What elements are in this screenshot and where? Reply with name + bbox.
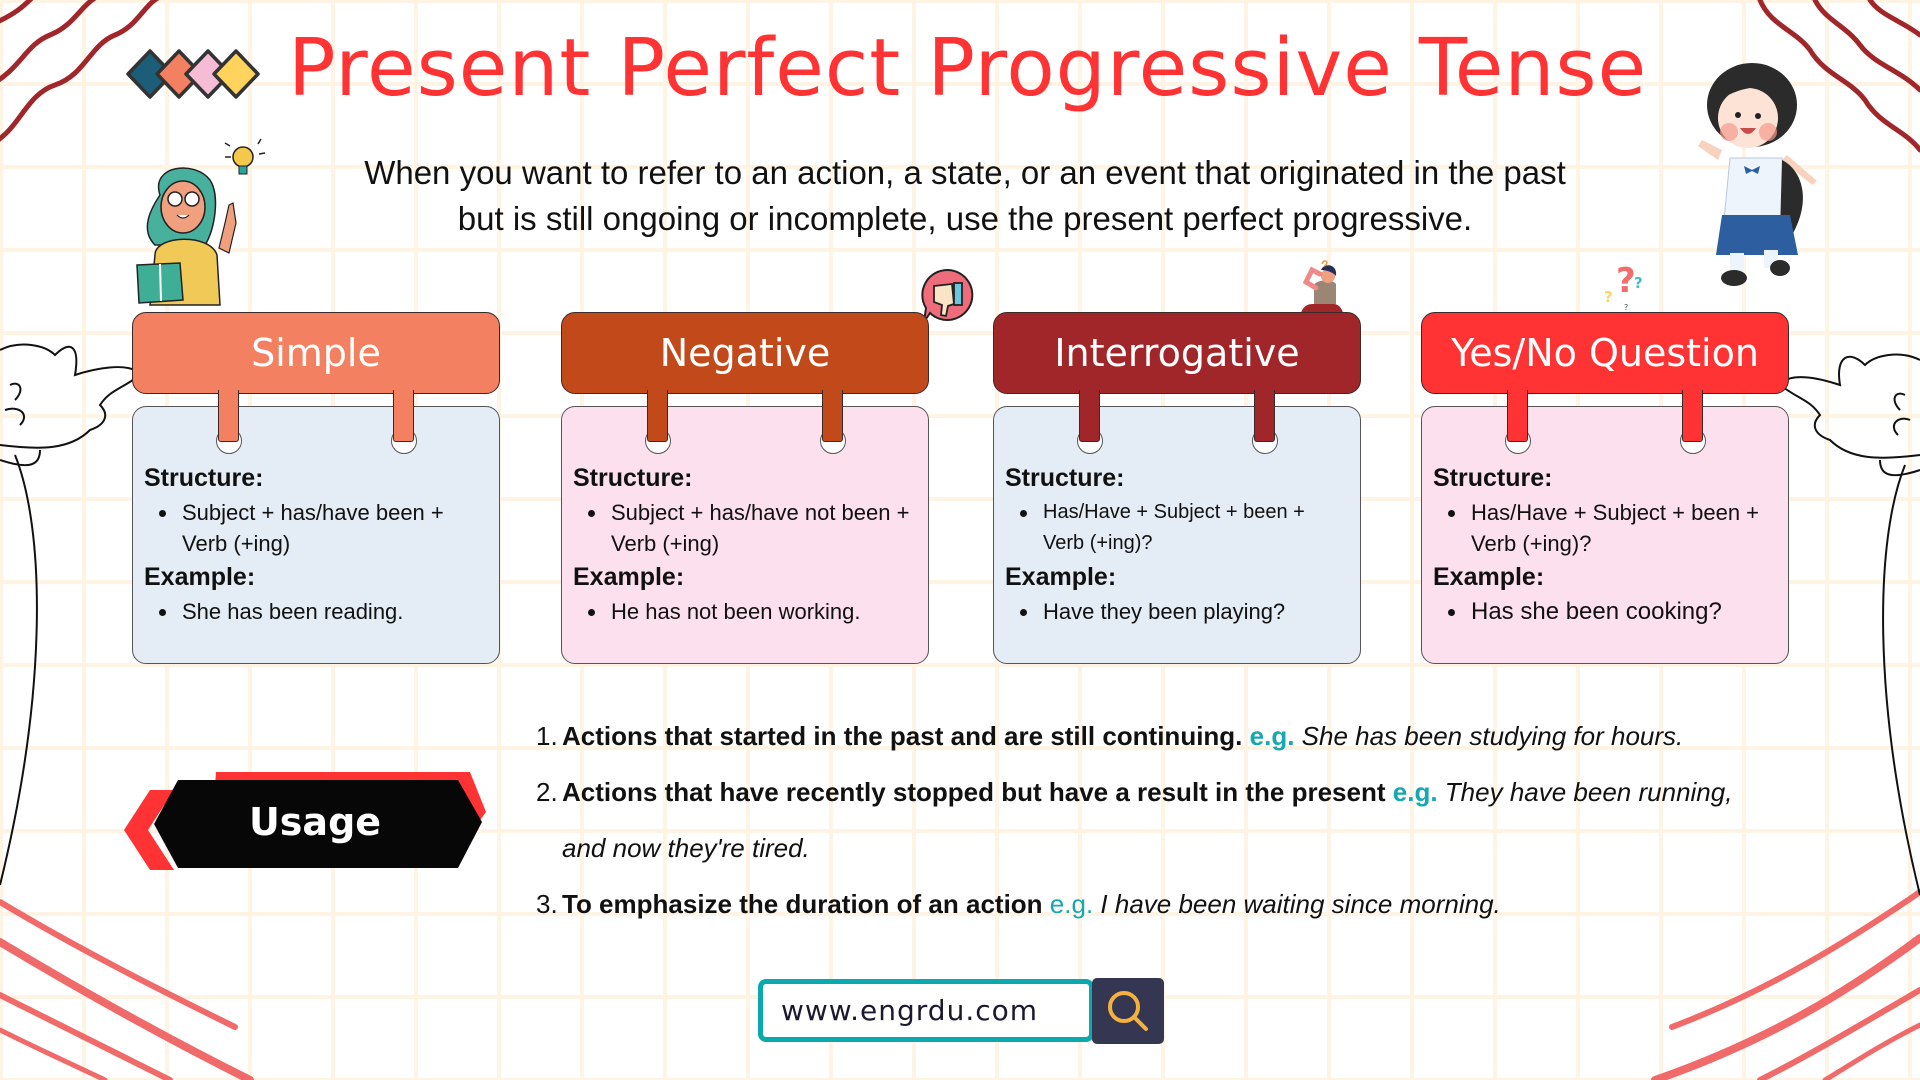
example-text: She has been reading. — [144, 596, 489, 627]
example-text: Has she been cooking? — [1433, 596, 1778, 627]
usage-badge: Usage — [124, 772, 486, 872]
usage-example: I have been waiting since morning. — [1100, 889, 1501, 919]
usage-rule: To emphasize the duration of an action — [562, 889, 1043, 919]
usage-item-continuation: and now they're tired. — [536, 828, 1876, 884]
page-title: Present Perfect Progressive Tense — [288, 22, 1648, 114]
schoolgirl-illustration — [1698, 63, 1817, 286]
diamond-row-icon — [126, 49, 260, 99]
example-label: Example: — [1005, 563, 1117, 591]
search-button[interactable] — [1092, 978, 1164, 1044]
usage-list: 1. Actions that started in the past and a… — [536, 716, 1876, 940]
usage-number: 3. — [536, 889, 558, 919]
thinking-person-illustration — [1301, 260, 1343, 313]
card-interrogative: Interrogative Structure: Has/Have + Subj… — [993, 312, 1361, 664]
usage-rule: Actions that have recently stopped but h… — [562, 777, 1386, 807]
question-marks-icon: ? ? ? ? — [1604, 261, 1643, 312]
card-tab — [393, 390, 414, 442]
structure-text: Subject + has/have been + Verb (+ing) — [144, 497, 489, 559]
card-body-interrogative: Structure: Has/Have + Subject + been + V… — [993, 406, 1361, 664]
flower-outline-left — [0, 343, 142, 886]
example-label: Example: — [573, 563, 685, 591]
structure-label: Structure: — [144, 464, 264, 492]
usage-label: Usage — [248, 800, 382, 844]
card-yes-no-question: Yes/No Question Structure: Has/Have + Su… — [1421, 312, 1789, 664]
svg-text:?: ? — [1624, 303, 1628, 312]
card-tab — [1079, 390, 1100, 442]
structure-label: Structure: — [573, 464, 693, 492]
usage-item: 1. Actions that started in the past and a… — [536, 716, 1876, 772]
lightbulb-icon — [224, 138, 266, 175]
example-label: Example: — [144, 563, 256, 591]
usage-example-continued: and now they're tired. — [562, 833, 810, 863]
structure-label: Structure: — [1005, 464, 1125, 492]
teacher-illustration — [136, 138, 266, 306]
website-url-field[interactable]: www.engrdu.com — [758, 979, 1094, 1042]
card-tab — [1507, 390, 1528, 442]
intro-line-1: When you want to refer to an action, a s… — [364, 154, 1566, 191]
website-url: www.engrdu.com — [781, 994, 1039, 1027]
usage-example: They have been running, — [1444, 777, 1733, 807]
usage-eg: e.g. — [1249, 721, 1295, 751]
usage-eg: e.g. — [1392, 777, 1438, 807]
usage-item: 2. Actions that have recently stopped but… — [536, 772, 1876, 828]
structure-label: Structure: — [1433, 464, 1553, 492]
card-body-simple: Structure: Subject + has/have been + Ver… — [132, 406, 500, 664]
card-tab — [647, 390, 668, 442]
svg-text:?: ? — [1604, 288, 1613, 306]
structure-text: Has/Have + Subject + been + Verb (+ing)? — [1433, 497, 1778, 559]
usage-eg: e.g. — [1049, 889, 1094, 919]
intro-line-2: but is still ongoing or incomplete, use … — [457, 200, 1473, 237]
search-icon — [1108, 991, 1148, 1031]
card-tab — [1254, 390, 1275, 442]
usage-example: She has been studying for hours. — [1301, 721, 1684, 751]
example-text: Have they been playing? — [1005, 596, 1350, 627]
card-header-negative: Negative — [561, 312, 929, 394]
card-header-interrogative: Interrogative — [993, 312, 1361, 394]
example-text: He has not been working. — [573, 596, 918, 627]
usage-number: 2. — [536, 777, 558, 807]
card-body-negative: Structure: Subject + has/have not been +… — [561, 406, 929, 664]
card-header-simple: Simple — [132, 312, 500, 394]
structure-text: Has/Have + Subject + been + Verb (+ing)? — [1005, 497, 1350, 559]
intro-text: When you want to refer to an action, a s… — [280, 150, 1650, 242]
card-body-yes-no: Structure: Has/Have + Subject + been + V… — [1421, 406, 1789, 664]
card-tab — [822, 390, 843, 442]
card-tab — [218, 390, 239, 442]
structure-text: Subject + has/have not been + Verb (+ing… — [573, 497, 918, 559]
card-simple: Simple Structure: Subject + has/have bee… — [132, 312, 500, 664]
usage-number: 1. — [536, 721, 558, 751]
svg-text:?: ? — [1634, 274, 1643, 292]
stripes-bottom-left — [0, 899, 254, 1080]
example-label: Example: — [1433, 563, 1545, 591]
card-negative: Negative Structure: Subject + has/have n… — [561, 312, 929, 664]
usage-item: 3. To emphasize the duration of an action… — [536, 884, 1876, 940]
card-header-yes-no: Yes/No Question — [1421, 312, 1789, 394]
usage-rule: Actions that started in the past and are… — [562, 721, 1243, 751]
svg-text:?: ? — [1616, 261, 1636, 301]
card-tab — [1682, 390, 1703, 442]
